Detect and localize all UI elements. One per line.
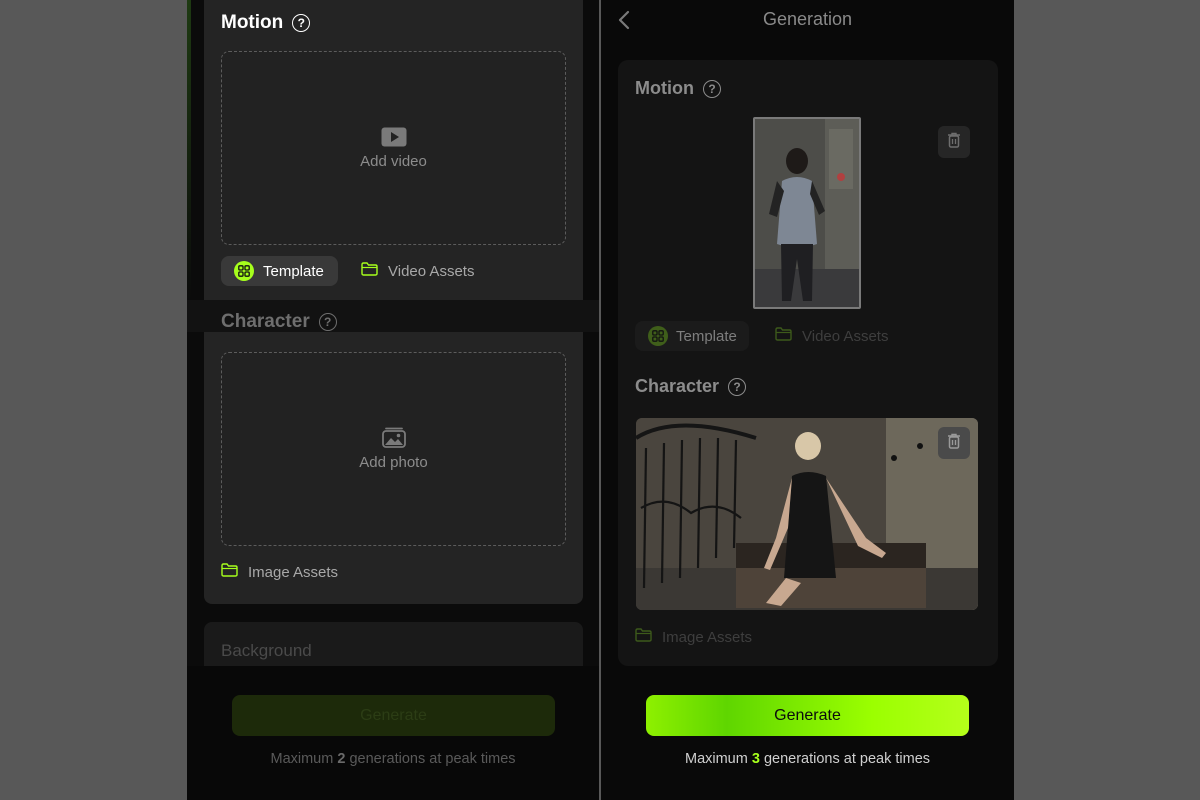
help-icon[interactable]: ? bbox=[702, 79, 721, 98]
limit-count: 3 bbox=[751, 751, 760, 767]
photo-icon bbox=[381, 427, 406, 448]
character-photo[interactable] bbox=[636, 418, 978, 610]
character-title-text: Character bbox=[635, 376, 720, 396]
character-title-text: Character bbox=[221, 311, 310, 332]
generation-limit-note: Maximum 2 generations at peak times bbox=[187, 751, 599, 767]
video-icon bbox=[381, 127, 407, 147]
folder-icon bbox=[635, 628, 652, 646]
template-label: Template bbox=[263, 262, 324, 280]
delete-photo-button[interactable] bbox=[938, 427, 970, 459]
folder-icon bbox=[221, 563, 238, 581]
background-section-title: Background bbox=[221, 641, 312, 660]
page-title: Generation bbox=[762, 9, 853, 29]
help-icon[interactable]: ? bbox=[728, 377, 747, 396]
video-assets-label: Video Assets bbox=[388, 262, 475, 280]
edge-glow bbox=[187, 0, 191, 300]
image-assets-label: Image Assets bbox=[662, 628, 753, 646]
add-photo-dropzone[interactable]: Add photo bbox=[221, 352, 566, 546]
image-assets-link[interactable]: Image Assets bbox=[221, 563, 338, 581]
help-icon[interactable]: ? bbox=[318, 313, 337, 331]
motion-section-title: Motion ? bbox=[221, 12, 311, 34]
folder-icon bbox=[775, 327, 792, 345]
add-video-label: Add video bbox=[360, 152, 427, 170]
template-button[interactable]: Template bbox=[221, 256, 338, 286]
left-phone-screen: Motion ? Add video Template Video Assets… bbox=[187, 0, 599, 800]
limit-suffix: generations at peak times bbox=[759, 751, 931, 767]
motion-video-thumbnail[interactable] bbox=[753, 117, 861, 309]
image-assets-label: Image Assets bbox=[248, 563, 339, 581]
image-assets-link[interactable]: Image Assets bbox=[635, 628, 752, 646]
template-icon bbox=[648, 326, 668, 346]
motion-title-text: Motion bbox=[221, 12, 284, 33]
template-icon bbox=[234, 261, 254, 281]
motion-section-title: Motion ? bbox=[635, 78, 721, 99]
delete-video-button[interactable] bbox=[938, 126, 970, 158]
template-button[interactable]: Template bbox=[635, 321, 749, 351]
limit-suffix: generations at peak times bbox=[345, 751, 516, 767]
video-assets-link[interactable]: Video Assets bbox=[361, 262, 474, 280]
folder-icon bbox=[361, 262, 378, 280]
video-assets-link[interactable]: Video Assets bbox=[775, 327, 888, 345]
add-photo-label: Add photo bbox=[359, 454, 428, 471]
template-label: Template bbox=[676, 327, 737, 345]
help-icon[interactable]: ? bbox=[292, 14, 311, 32]
trash-icon bbox=[947, 132, 961, 153]
generation-limit-note: Maximum 3 generations at peak times bbox=[601, 751, 1014, 767]
video-assets-label: Video Assets bbox=[802, 327, 889, 345]
motion-title-text: Motion bbox=[635, 78, 694, 98]
limit-prefix: Maximum bbox=[270, 751, 338, 767]
right-phone-screen: Generation Motion ? Template Video Asset… bbox=[601, 0, 1014, 800]
generate-button-disabled[interactable]: Generate bbox=[232, 695, 555, 736]
trash-icon bbox=[947, 433, 961, 454]
generate-button[interactable]: Generate bbox=[646, 695, 969, 736]
limit-prefix: Maximum bbox=[684, 751, 752, 767]
add-video-dropzone[interactable]: Add video bbox=[221, 51, 566, 245]
character-section-title: Character ? bbox=[635, 376, 747, 397]
character-section-title: Character ? bbox=[221, 311, 337, 333]
